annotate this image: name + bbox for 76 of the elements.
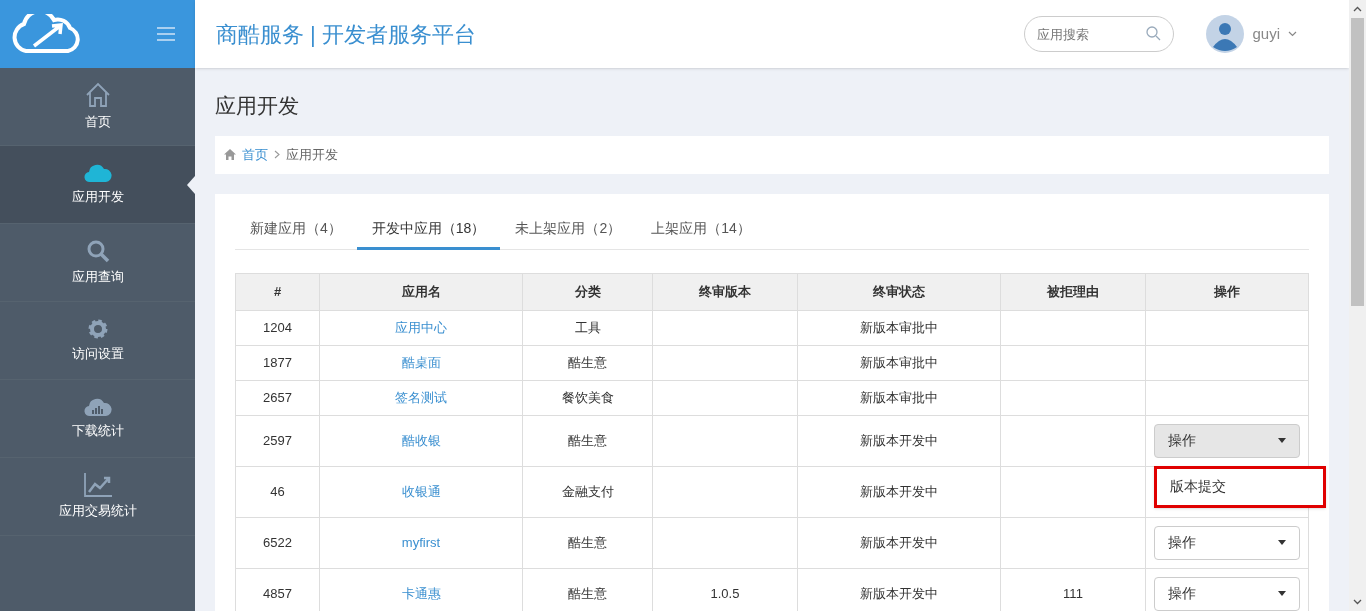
avatar-icon[interactable]: [1206, 15, 1245, 53]
table-cell: 新版本审批中: [860, 354, 938, 370]
table-cell: 新版本开发中: [860, 483, 938, 499]
search-icon: [1146, 26, 1162, 41]
action-dropdown-button[interactable]: 操作: [1154, 525, 1300, 560]
table-cell: 酷生意: [568, 432, 607, 448]
column-header: 分类: [522, 273, 653, 310]
tab[interactable]: 上架应用（14）: [636, 209, 766, 250]
app-name-link[interactable]: 卡通惠: [401, 585, 441, 601]
table-cell: 工具: [574, 319, 601, 335]
sidebar-item[interactable]: 下载统计: [0, 380, 195, 458]
app-name-link[interactable]: 收银通: [401, 483, 441, 499]
breadcrumb-current: 应用开发: [286, 145, 338, 164]
active-pointer: [187, 176, 195, 194]
table-cell: 新版本开发中: [860, 585, 938, 601]
table-cell: 金融支付: [561, 483, 614, 499]
column-header: 被拒理由: [1000, 273, 1146, 310]
line-chart-icon: [83, 472, 112, 497]
home-icon: [84, 81, 111, 108]
home-icon: [224, 149, 236, 160]
table-cell: 餐饮美食: [561, 389, 614, 405]
chevron-icon: [274, 150, 280, 159]
scrollbar-thumb[interactable]: [1351, 18, 1364, 306]
table-cell: 6522: [263, 534, 292, 550]
table-cell: 酷生意: [568, 585, 607, 601]
table-cell: 1204: [263, 319, 292, 335]
search-icon: [85, 238, 110, 263]
caret-icon: [1278, 438, 1286, 443]
column-header: 操作: [1145, 273, 1309, 310]
table-cell: 111: [1063, 585, 1083, 601]
app-name-link[interactable]: 应用中心: [395, 319, 447, 335]
breadcrumb-link[interactable]: 首页: [242, 144, 268, 165]
caret-icon: [1278, 591, 1286, 596]
tab[interactable]: 未上架应用（2）: [500, 209, 637, 250]
table-cell: 2657: [263, 389, 292, 405]
table-cell: 新版本开发中: [860, 432, 938, 448]
menu-icon[interactable]: [157, 27, 175, 41]
scrollbar[interactable]: [1349, 0, 1366, 611]
page-title: 应用开发: [215, 93, 300, 119]
action-dropdown-button[interactable]: 操作: [1154, 576, 1300, 611]
column-header: 终审状态: [797, 273, 1001, 310]
app-title: 商酷服务 | 开发者服务平台: [216, 20, 477, 49]
table-cell: 酷生意: [568, 354, 607, 370]
scroll-up-icon[interactable]: [1353, 6, 1362, 12]
caret-icon: [1278, 540, 1286, 545]
table-cell: 新版本开发中: [860, 534, 938, 550]
table-cell: 4857: [263, 585, 292, 601]
sidebar-item[interactable]: 应用交易统计: [0, 458, 195, 536]
table-cell: 新版本审批中: [860, 389, 938, 405]
scroll-down-icon[interactable]: [1353, 599, 1362, 605]
user-name[interactable]: guyi: [1252, 22, 1280, 46]
action-dropdown-button[interactable]: 操作: [1154, 423, 1300, 458]
gear-icon: [86, 317, 109, 340]
app-name-link[interactable]: 签名测试: [395, 389, 447, 405]
cloud-icon: [83, 162, 112, 183]
table-cell: 酷生意: [568, 534, 607, 550]
table-cell: 新版本审批中: [860, 319, 938, 335]
sidebar-item[interactable]: 应用查询: [0, 224, 195, 302]
sidebar-item[interactable]: 应用开发: [0, 146, 195, 224]
search-field[interactable]: 应用搜索: [1024, 16, 1175, 52]
table-cell: 1.0.5: [710, 585, 740, 601]
sidebar-item[interactable]: 访问设置: [0, 302, 195, 380]
table-cell: 1877: [263, 354, 292, 370]
tab[interactable]: 开发中应用（18）: [356, 209, 501, 250]
cloud-bar-chart-icon: [83, 396, 112, 417]
column-header: 终审版本: [652, 273, 798, 310]
app-name-link[interactable]: 酷收银: [401, 432, 441, 448]
app-name-link[interactable]: 酷桌面: [401, 354, 441, 370]
tab[interactable]: 新建应用（4）: [235, 209, 357, 250]
caret-icon[interactable]: [1288, 31, 1297, 37]
app-name-link[interactable]: myfirst: [401, 534, 441, 550]
table-cell: 2597: [263, 432, 292, 448]
column-header: 应用名: [319, 273, 523, 310]
table-cell: 46: [270, 483, 285, 499]
dropdown-menu-item[interactable]: 版本提交: [1154, 465, 1326, 508]
column-header: #: [235, 273, 320, 310]
